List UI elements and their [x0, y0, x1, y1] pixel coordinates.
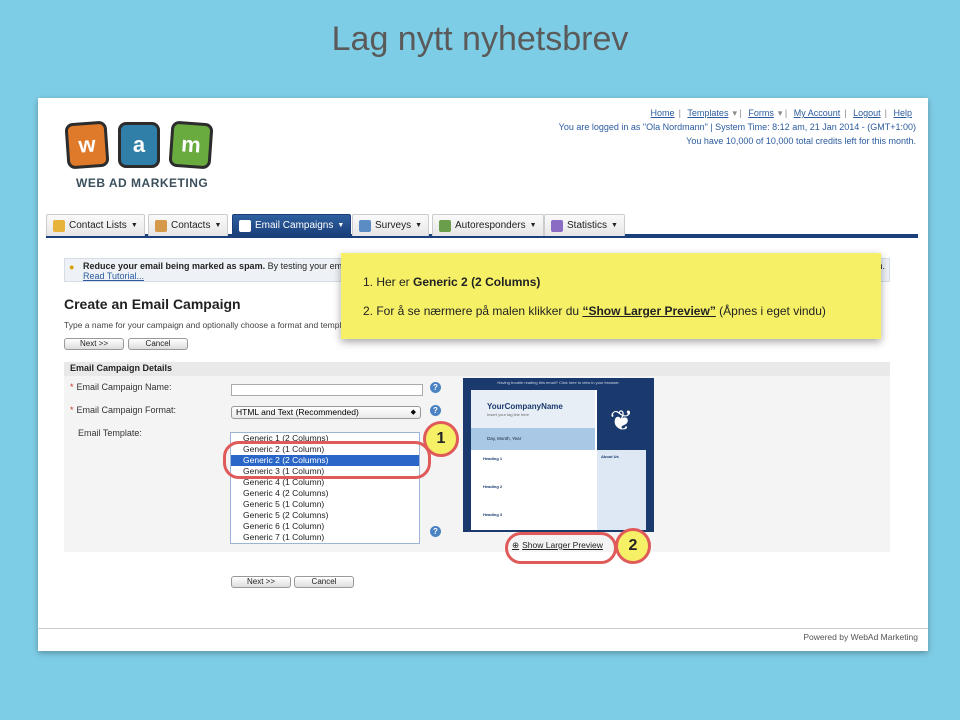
bar-chart-icon [551, 219, 563, 232]
help-icon[interactable]: ? [430, 405, 441, 416]
nav-statistics[interactable]: Statistics ▼ [544, 214, 625, 236]
lightbulb-icon: ● [69, 262, 75, 272]
email-template-label: Email Template: [78, 428, 142, 438]
template-option[interactable]: Generic 5 (1 Column) [231, 499, 419, 510]
preview-brand: YourCompanyName [487, 402, 563, 411]
badge-2: 2 [615, 528, 651, 564]
powered-by: Powered by WebAd Marketing [803, 632, 918, 642]
callout-line-2: 2. For å se nærmere på malen klikker du … [363, 304, 826, 318]
tree-icon: ❦ [597, 390, 646, 450]
preview-about: About Us [601, 454, 619, 459]
nav-contacts[interactable]: Contacts ▼ [148, 214, 229, 236]
link-help[interactable]: Help [893, 108, 912, 118]
nav-contact-lists[interactable]: Contact Lists ▼ [46, 214, 145, 236]
survey-icon [359, 219, 371, 232]
app-screenshot: w a m WEB AD MARKETING Home | Templates ▾ … [38, 98, 928, 651]
template-option[interactable]: Generic 5 (2 Columns) [231, 510, 419, 521]
callout-line-1: 1. Her er Generic 2 (2 Columns) [363, 275, 541, 289]
template-preview: Having trouble reading this email? Click… [463, 378, 654, 532]
template-option[interactable]: Generic 7 (1 Column) [231, 532, 419, 543]
envelope-icon [239, 219, 251, 232]
page-title: Create an Email Campaign [64, 296, 241, 312]
instruction-callout: 1. Her er Generic 2 (2 Columns) 2. For å… [341, 253, 881, 339]
credits-info: You have 10,000 of 10,000 total credits … [686, 136, 916, 146]
login-info: You are logged in as "Ola Nordmann" | Sy… [558, 122, 916, 132]
cancel-button-top[interactable]: Cancel [128, 338, 188, 350]
link-home[interactable]: Home [651, 108, 675, 118]
nav-email-campaigns[interactable]: Email Campaigns ▼ [232, 214, 352, 236]
top-links: Home | Templates ▾ | Forms ▾ | My Account | … [558, 108, 916, 146]
link-templates[interactable]: Templates [687, 108, 728, 118]
next-button-bottom[interactable]: Next >> [231, 576, 291, 588]
template-option[interactable]: Generic 4 (2 Columns) [231, 488, 419, 499]
contacts-icon [155, 219, 167, 232]
nav-surveys[interactable]: Surveys ▼ [352, 214, 430, 236]
slide-title: Lag nytt nyhetsbrev [331, 20, 629, 58]
campaign-name-input[interactable] [231, 384, 423, 396]
next-button-top[interactable]: Next >> [64, 338, 124, 350]
main-nav: Contact Lists ▼ Contacts ▼ Email Campaigns… [46, 214, 918, 238]
campaign-format-label: * Email Campaign Format: [70, 405, 177, 415]
preview-heading: Heading 1 [483, 456, 503, 461]
preview-tagline: Insert your tag line here [487, 412, 530, 417]
cancel-button-bottom[interactable]: Cancel [294, 576, 354, 588]
logo-w: w [64, 120, 110, 170]
preview-heading: Heading 3 [483, 512, 503, 517]
preview-top-text: Having trouble reading this email? Click… [497, 380, 620, 385]
preview-heading: Heading 2 [483, 484, 503, 489]
preview-date: Day, Month, Year [471, 428, 595, 450]
logo-a: a [118, 122, 160, 168]
help-icon[interactable]: ? [430, 382, 441, 393]
link-logout[interactable]: Logout [853, 108, 881, 118]
campaign-name-label: * Email Campaign Name: [70, 382, 172, 392]
nav-autoresponders[interactable]: Autoresponders ▼ [432, 214, 544, 236]
read-tutorial-link[interactable]: Read Tutorial... [83, 271, 144, 281]
highlight-ring-preview [505, 532, 617, 564]
highlight-ring-template [223, 441, 431, 479]
help-icon[interactable]: ? [430, 526, 441, 537]
details-header: Email Campaign Details [64, 362, 890, 376]
autoresponder-icon [439, 219, 451, 232]
template-option[interactable]: Generic 6 (1 Column) [231, 521, 419, 532]
campaign-format-select[interactable]: HTML and Text (Recommended) ◆ [231, 406, 421, 419]
badge-1: 1 [423, 421, 459, 457]
logo-m: m [168, 120, 214, 170]
link-my-account[interactable]: My Account [794, 108, 841, 118]
logo-text: WEB AD MARKETING [76, 176, 209, 190]
contact-lists-icon [53, 219, 65, 232]
logo: w a m WEB AD MARKETING [64, 120, 216, 194]
footer-divider [38, 628, 928, 629]
link-forms[interactable]: Forms [748, 108, 774, 118]
page-subtitle: Type a name for your campaign and option… [64, 320, 347, 330]
